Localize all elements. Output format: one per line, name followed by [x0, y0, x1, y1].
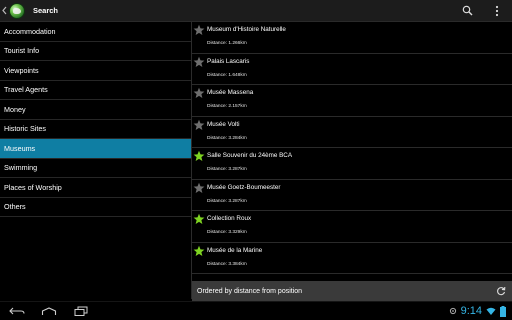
- result-name: Palais Lascaris: [207, 57, 250, 65]
- result-distance: Distance: 3.287km: [207, 198, 247, 204]
- search-icon: [462, 5, 472, 16]
- star-icon[interactable]: [193, 56, 205, 68]
- star-icon[interactable]: [193, 87, 205, 99]
- list-item[interactable]: Musée de la Marine Distance: 3.384km: [192, 243, 512, 274]
- star-icon[interactable]: [193, 119, 205, 131]
- result-name: Museum d'Histoire Naturelle: [207, 26, 286, 33]
- list-item[interactable]: Salle Souvenir du 24ème BCA Distance: 3.2…: [192, 148, 512, 180]
- sidebar-item-label: Places of Worship: [4, 182, 62, 192]
- sidebar-item-travel-agents[interactable]: Travel Agents: [0, 81, 191, 100]
- back-arrow-icon: [9, 307, 25, 314]
- favorite-star-icon[interactable]: [193, 245, 205, 257]
- result-distance: Distance: 1.648km: [207, 72, 247, 78]
- refresh-button[interactable]: [490, 281, 512, 301]
- sidebar-item-tourist-info[interactable]: Tourist Info: [0, 42, 191, 61]
- sidebar-item-label: Others: [4, 202, 26, 212]
- list-item[interactable]: Musée Massena Distance: 2.157km: [192, 85, 512, 117]
- result-distance: Distance: 2.157km: [207, 104, 247, 109]
- back-caret-icon[interactable]: [1, 0, 7, 22]
- sidebar-item-museums[interactable]: Museums: [0, 139, 191, 159]
- sidebar-item-money[interactable]: Money: [0, 100, 191, 120]
- location-icon: [449, 307, 456, 315]
- home-icon: [41, 306, 57, 315]
- result-name: Collection Roux: [207, 215, 252, 222]
- sidebar-item-label: Travel Agents: [4, 85, 48, 95]
- results-list[interactable]: Museum d'Histoire Naturelle Distance: 1.2…: [192, 22, 512, 280]
- result-name: Musée de la Marine: [207, 246, 263, 254]
- result-distance: Distance: 3.287km: [207, 167, 247, 172]
- overflow-menu-button[interactable]: [482, 0, 512, 22]
- system-nav-bar: 9:14: [0, 301, 512, 320]
- list-item[interactable]: Musée Goetz-Boumeester Distance: 3.287km: [192, 180, 512, 211]
- action-bar: Search: [0, 0, 512, 22]
- sidebar-item-label: Historic Sites: [4, 124, 46, 134]
- sidebar-item-swimming[interactable]: Swimming: [0, 159, 191, 178]
- nav-home-button[interactable]: [34, 302, 64, 320]
- sidebar-item-others[interactable]: Others: [0, 198, 191, 217]
- recent-apps-icon: [74, 306, 88, 316]
- result-name: Musée Goetz-Boumeester: [207, 183, 281, 191]
- result-name: Musée Massena: [207, 89, 254, 96]
- sort-label: Ordered by distance from position: [197, 287, 303, 295]
- result-distance: Distance: 3.329km: [207, 230, 247, 235]
- list-item[interactable]: Collection Roux Distance: 3.329km: [192, 211, 512, 243]
- star-icon[interactable]: [193, 24, 205, 36]
- favorite-star-icon[interactable]: [193, 213, 205, 225]
- sidebar-item-label: Tourist Info: [4, 46, 40, 56]
- sidebar-item-label: Accommodation: [4, 26, 56, 36]
- list-item[interactable]: Palais Lascaris Distance: 1.648km: [192, 54, 512, 85]
- result-distance: Distance: 1.266km: [207, 41, 247, 46]
- result-distance: Distance: 3.284km: [207, 135, 247, 141]
- sidebar-item-places-of-worship[interactable]: Places of Worship: [0, 178, 191, 198]
- list-item[interactable]: Museum d'Histoire Naturelle Distance: 1.2…: [192, 22, 512, 54]
- nav-recents-button[interactable]: [66, 302, 96, 320]
- overflow-menu-icon: [495, 5, 499, 16]
- status-clock: 9:14: [460, 305, 482, 317]
- sidebar-item-label: Viewpoints: [4, 65, 39, 75]
- search-button[interactable]: [452, 0, 482, 22]
- sidebar-item-label: Money: [4, 104, 26, 114]
- sidebar-item-label: Swimming: [4, 163, 38, 173]
- result-name: Musée Volti: [207, 120, 240, 128]
- sidebar-item-accommodation[interactable]: Accommodation: [0, 22, 191, 42]
- refresh-icon: [497, 286, 506, 296]
- page-title: Search: [33, 6, 59, 15]
- favorite-star-icon[interactable]: [193, 150, 205, 162]
- list-item[interactable]: Musée Volti Distance: 3.284km: [192, 117, 512, 148]
- sort-status-bar: Ordered by distance from position: [192, 281, 512, 301]
- wifi-icon: [486, 307, 496, 315]
- sidebar-item-label: Museums: [4, 143, 36, 153]
- battery-icon: [500, 305, 506, 317]
- globe-app-icon[interactable]: [9, 2, 25, 19]
- result-name: Salle Souvenir du 24ème BCA: [207, 152, 293, 159]
- nav-back-button[interactable]: [2, 302, 32, 320]
- result-distance: Distance: 3.384km: [207, 261, 247, 267]
- sidebar-item-historic-sites[interactable]: Historic Sites: [0, 120, 191, 139]
- category-sidebar: Accommodation Tourist Info Viewpoints Trave…: [0, 22, 191, 220]
- star-icon[interactable]: [193, 182, 205, 194]
- sidebar-item-viewpoints[interactable]: Viewpoints: [0, 61, 191, 81]
